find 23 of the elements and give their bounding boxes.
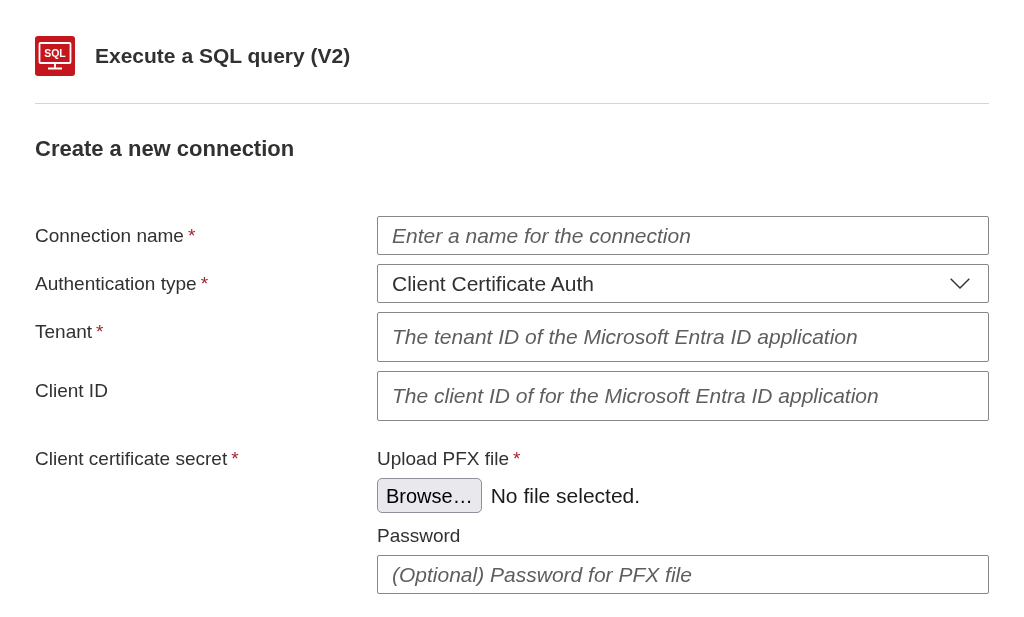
field-label: Password	[377, 525, 461, 546]
field-label: Client certificate secret	[35, 448, 228, 469]
required-asterisk: *	[187, 225, 196, 246]
browse-button[interactable]: Browse…	[377, 478, 482, 513]
field-label: Connection name	[35, 225, 184, 246]
text-field[interactable]: The client ID of for the Microsoft Entra ID application	[377, 371, 989, 421]
section-heading: Create a new connection	[35, 136, 295, 162]
dropdown[interactable]: Client Certificate Auth	[377, 264, 989, 303]
required-asterisk: *	[513, 448, 521, 469]
text-field[interactable]: The tenant ID of the Microsoft Entra ID application	[377, 312, 989, 362]
field-label: Client ID	[35, 380, 108, 401]
file-status-text: No file selected.	[490, 482, 641, 509]
chevron-down-icon	[950, 278, 970, 289]
text-field[interactable]: Enter a name for the connection	[377, 216, 989, 255]
required-asterisk: *	[96, 321, 104, 342]
required-asterisk: *	[231, 448, 239, 469]
monitor-icon: SQL	[35, 36, 75, 76]
text-field[interactable]: (Optional) Password for PFX file	[377, 555, 989, 594]
required-asterisk: *	[200, 273, 209, 294]
field-label: Authentication type	[35, 273, 197, 294]
dialog-title: Execute a SQL query (V2)	[95, 43, 351, 69]
field-label: Upload PFX file	[377, 448, 509, 469]
field-label: Tenant	[35, 321, 93, 342]
